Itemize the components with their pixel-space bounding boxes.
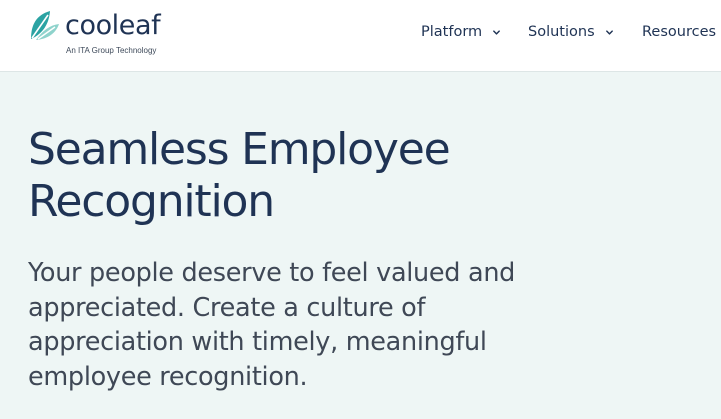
chevron-down-icon bbox=[493, 29, 501, 35]
nav-platform-label: Platform bbox=[421, 24, 483, 40]
logo-wordmark: cooleaf bbox=[65, 10, 161, 41]
chevron-down-icon bbox=[605, 29, 613, 35]
hero-title: Seamless Employee Recognition bbox=[28, 124, 451, 227]
site-header: cooleaf An ITA Group Technology Platform… bbox=[0, 0, 721, 72]
leaf-logo-icon bbox=[31, 11, 59, 40]
nav-resources[interactable]: Resources bbox=[642, 21, 716, 43]
cooleaf-logo[interactable]: cooleaf An ITA Group Technology bbox=[28, 9, 188, 59]
hero-subtitle: Your people deserve to feel valued and a… bbox=[28, 258, 516, 392]
nav-platform[interactable]: Platform bbox=[421, 21, 501, 43]
logo-tagline: An ITA Group Technology bbox=[66, 46, 157, 55]
nav-solutions-label: Solutions bbox=[528, 24, 595, 40]
nav-solutions[interactable]: Solutions bbox=[528, 21, 614, 43]
nav-resources-label: Resources bbox=[642, 24, 717, 40]
